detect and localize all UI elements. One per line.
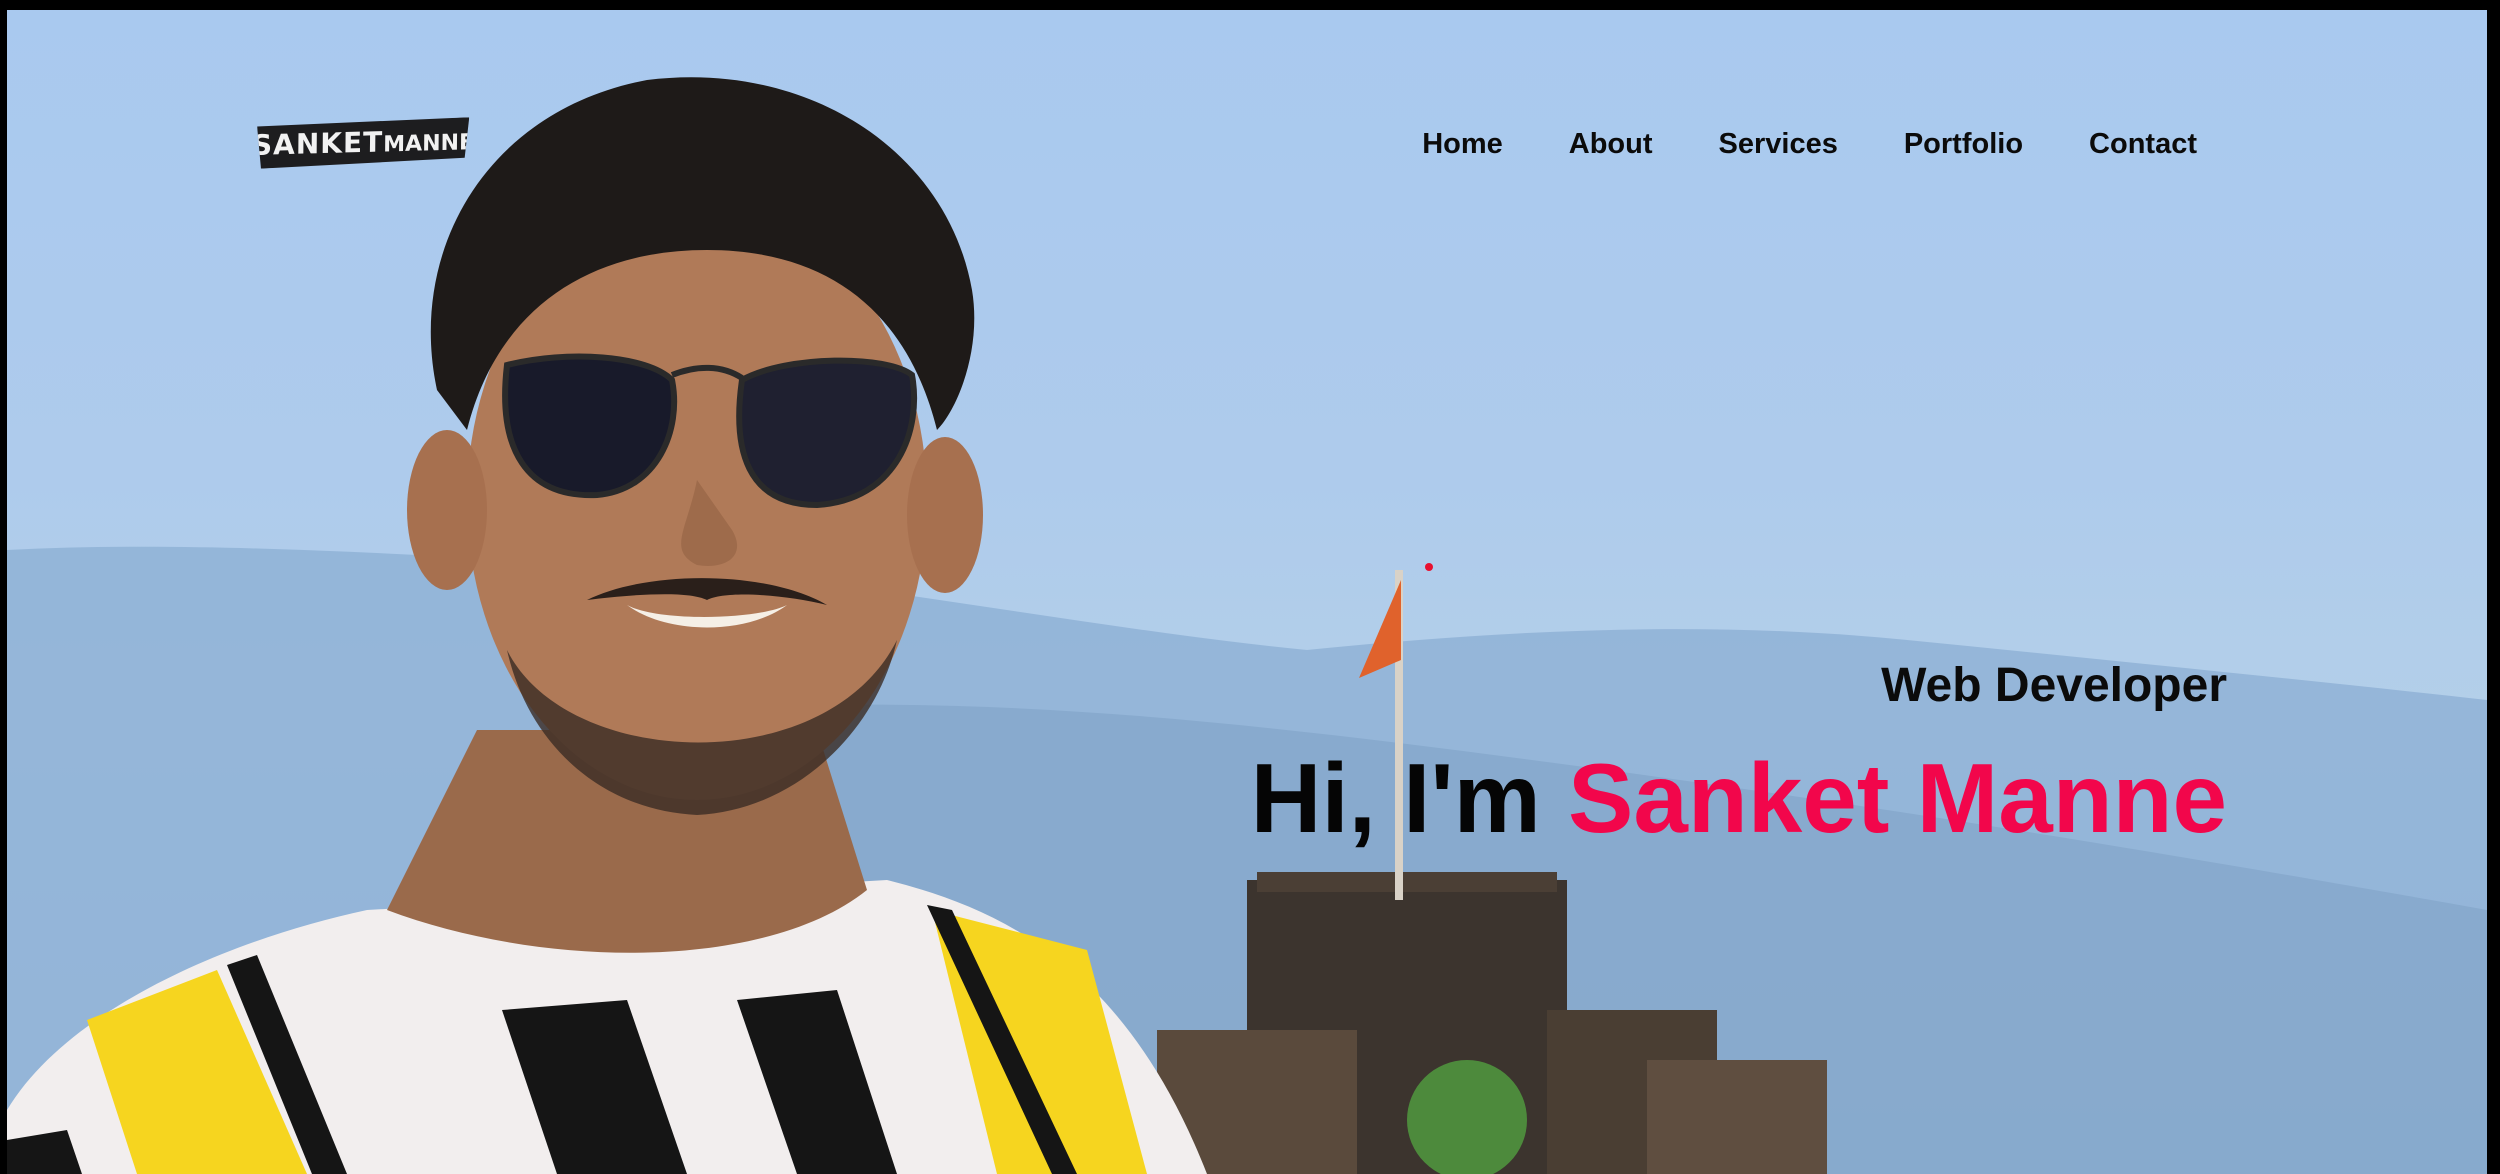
main-nav: Home About Services Portfolio Contact xyxy=(1422,128,2197,161)
nav-portfolio[interactable]: Portfolio xyxy=(1904,128,2023,161)
red-dot-icon xyxy=(1425,563,1433,571)
hero-name: Sanket Manne xyxy=(1568,743,2227,853)
profile-photo xyxy=(7,77,1207,1174)
nav-contact[interactable]: Contact xyxy=(2089,128,2197,161)
logo-text: SANKETMANNE xyxy=(251,125,475,162)
hero-subtitle: Web Developer xyxy=(1881,659,2227,712)
nav-home[interactable]: Home xyxy=(1422,128,1503,161)
hero-section: SANKETMANNE Home About Services Portfoli… xyxy=(7,10,2487,1174)
hero-greeting: Hi, I'm xyxy=(1250,743,1541,853)
hero-text: Web Developer Hi, I'm Sanket Manne xyxy=(1251,658,2227,847)
nav-about[interactable]: About xyxy=(1569,128,1653,161)
nav-services[interactable]: Services xyxy=(1719,128,1838,161)
hero-headline: Hi, I'm Sanket Manne xyxy=(1251,749,2227,847)
